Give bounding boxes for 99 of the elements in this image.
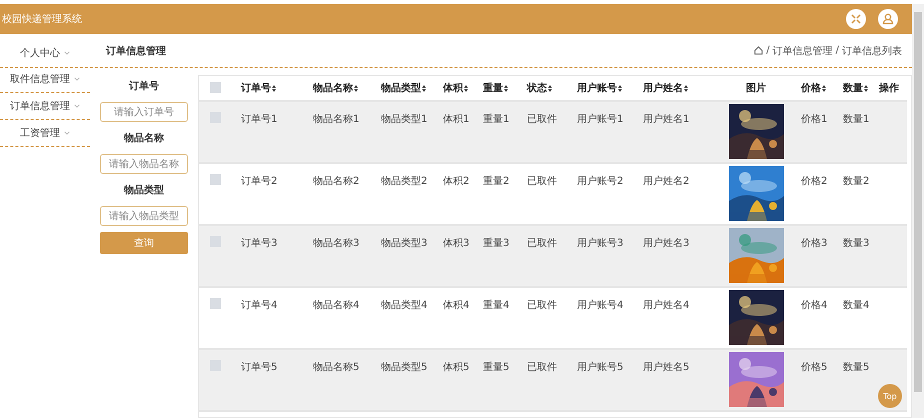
table-cell: 用户账号1 bbox=[577, 114, 624, 125]
menu-item[interactable]: 个人中心 bbox=[20, 46, 60, 60]
table-cell: 用户姓名3 bbox=[643, 238, 690, 249]
sort-icon[interactable] bbox=[548, 84, 552, 92]
column-header[interactable]: 用户账号 bbox=[577, 81, 622, 95]
search-field[interactable]: 请输入物品类型 bbox=[100, 206, 188, 226]
row-checkbox[interactable] bbox=[210, 174, 221, 185]
table-cell: 已取件 bbox=[527, 176, 557, 187]
sort-icon[interactable] bbox=[618, 84, 622, 92]
table-cell: 订单号2 bbox=[241, 176, 278, 187]
field-label: 物品名称 bbox=[122, 132, 165, 146]
sort-icon[interactable] bbox=[504, 84, 508, 92]
row-checkbox[interactable] bbox=[210, 298, 221, 309]
table-cell: 订单号3 bbox=[241, 238, 278, 249]
table-cell: 价格2 bbox=[801, 176, 828, 187]
user-icon[interactable] bbox=[878, 9, 898, 29]
sort-icon[interactable] bbox=[422, 84, 426, 92]
column-header[interactable]: 操作 bbox=[879, 81, 899, 95]
search-field[interactable]: 请输入物品名称 bbox=[100, 154, 188, 174]
table-cell: 用户账号5 bbox=[577, 362, 624, 373]
sort-icon[interactable] bbox=[684, 84, 688, 92]
table-cell: 重量5 bbox=[483, 362, 510, 373]
table-cell: 物品类型5 bbox=[381, 362, 428, 373]
system-title: 校园快递管理系统 bbox=[1, 12, 82, 26]
table-cell: 物品名称4 bbox=[313, 300, 360, 311]
table-cell: 用户账号4 bbox=[577, 300, 624, 311]
table-cell: 用户姓名4 bbox=[643, 300, 690, 311]
table-cell: 用户账号2 bbox=[577, 176, 624, 187]
table-cell: 重量4 bbox=[483, 300, 510, 311]
table-cell: 重量3 bbox=[483, 238, 510, 249]
table-cell: 物品类型4 bbox=[381, 300, 428, 311]
table-cell: 用户姓名1 bbox=[643, 114, 690, 125]
column-header[interactable]: 体积 bbox=[443, 81, 468, 95]
column-header[interactable]: 订单号 bbox=[241, 81, 276, 95]
table-cell: 价格4 bbox=[801, 300, 828, 311]
table-cell: 用户姓名5 bbox=[643, 362, 690, 373]
search-field[interactable]: 请输入订单号 bbox=[100, 102, 188, 122]
table-cell: 物品名称1 bbox=[313, 114, 360, 125]
breadcrumb-separator: / bbox=[836, 45, 839, 56]
table-cell: 物品类型2 bbox=[381, 176, 428, 187]
table-cell: 数量2 bbox=[843, 176, 870, 187]
table-cell: 物品名称3 bbox=[313, 238, 360, 249]
column-header[interactable]: 用户姓名 bbox=[643, 81, 688, 95]
table-cell: 物品名称2 bbox=[313, 176, 360, 187]
column-header[interactable]: 重量 bbox=[483, 81, 508, 95]
table-cell: 体积1 bbox=[443, 114, 470, 125]
table-cell: 数量1 bbox=[843, 114, 870, 125]
table-cell: 订单号1 bbox=[241, 114, 278, 125]
table-cell: 订单号4 bbox=[241, 300, 278, 311]
column-header[interactable]: 物品类型 bbox=[381, 81, 426, 95]
home-icon[interactable] bbox=[754, 46, 764, 55]
fullscreen-icon[interactable] bbox=[846, 9, 866, 29]
table-cell: 物品类型3 bbox=[381, 238, 428, 249]
sort-icon[interactable] bbox=[464, 84, 468, 92]
caret-icon[interactable] bbox=[74, 77, 80, 81]
breadcrumb-separator: / bbox=[766, 45, 770, 56]
table-cell: 体积5 bbox=[443, 362, 470, 373]
breadcrumb-link[interactable]: 订单信息管理 bbox=[772, 44, 833, 58]
table-cell: 数量4 bbox=[843, 300, 870, 311]
table-cell: 订单号5 bbox=[241, 362, 278, 373]
table-cell: 已取件 bbox=[527, 238, 557, 249]
menu-item[interactable]: 订单信息管理 bbox=[10, 99, 70, 113]
table-cell: 体积3 bbox=[443, 238, 470, 249]
column-header[interactable]: 图片 bbox=[746, 81, 766, 95]
sort-icon[interactable] bbox=[864, 84, 868, 92]
table-cell: 数量3 bbox=[843, 238, 870, 249]
select-all-checkbox[interactable] bbox=[210, 82, 221, 94]
table-cell: 重量2 bbox=[483, 176, 510, 187]
table-cell: 体积4 bbox=[443, 300, 470, 311]
caret-icon[interactable] bbox=[74, 104, 80, 108]
table-cell: 重量1 bbox=[483, 114, 510, 125]
table-cell: 用户账号3 bbox=[577, 238, 624, 249]
table-cell: 物品名称5 bbox=[313, 362, 360, 373]
menu-item[interactable]: 工资管理 bbox=[20, 126, 60, 140]
table-cell: 价格5 bbox=[801, 362, 828, 373]
table-cell: 已取件 bbox=[527, 114, 557, 125]
sort-icon[interactable] bbox=[822, 84, 826, 92]
field-label: 物品类型 bbox=[122, 184, 165, 198]
sort-icon[interactable] bbox=[354, 84, 358, 92]
table-cell: 价格3 bbox=[801, 238, 828, 249]
field-label: 订单号 bbox=[128, 80, 160, 94]
column-header[interactable]: 价格 bbox=[801, 81, 826, 95]
column-header[interactable]: 数量 bbox=[843, 81, 868, 95]
table-cell: 物品类型1 bbox=[381, 114, 428, 125]
table-cell: 体积2 bbox=[443, 176, 470, 187]
table-cell: 数量5 bbox=[843, 362, 870, 373]
menu-item[interactable]: 取件信息管理 bbox=[10, 72, 70, 86]
page-title: 订单信息管理 bbox=[106, 44, 166, 58]
table-cell: 价格1 bbox=[801, 114, 828, 125]
caret-icon[interactable] bbox=[64, 51, 70, 55]
table-cell: 已取件 bbox=[527, 300, 557, 311]
scrollbar[interactable] bbox=[912, 4, 924, 418]
sort-icon[interactable] bbox=[272, 84, 276, 92]
table-cell: 用户姓名2 bbox=[643, 176, 690, 187]
caret-icon[interactable] bbox=[64, 131, 70, 135]
table-cell: 已取件 bbox=[527, 362, 557, 373]
column-header[interactable]: 状态 bbox=[527, 81, 552, 95]
column-header[interactable]: 物品名称 bbox=[313, 81, 358, 95]
breadcrumb-link[interactable]: 订单信息列表 bbox=[842, 44, 902, 58]
